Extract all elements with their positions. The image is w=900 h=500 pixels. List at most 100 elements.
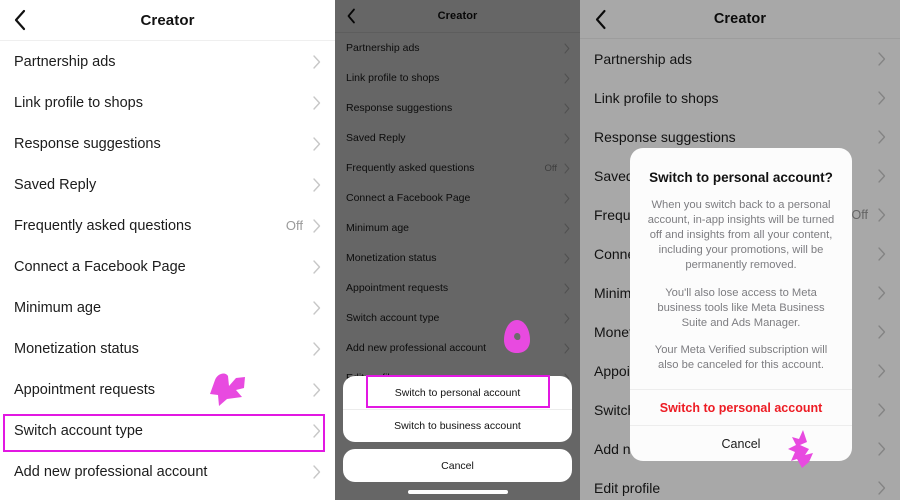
list-item-label: Minimum age xyxy=(346,222,410,234)
chevron-right-icon xyxy=(313,300,321,315)
chevron-right-icon xyxy=(564,72,570,84)
chevron-right-icon xyxy=(878,168,886,183)
chevron-right-icon xyxy=(878,480,886,495)
chevron-right-icon xyxy=(564,192,570,204)
list-item-value: Off xyxy=(285,218,303,233)
navbar: Creator xyxy=(0,0,335,41)
chevron-right-icon xyxy=(878,441,886,456)
list-item-label: Partnership ads xyxy=(594,50,693,67)
action-switch-to-personal-account[interactable]: Switch to personal account xyxy=(343,376,572,409)
navbar: Creator xyxy=(335,0,580,33)
list-item-label: Monetization status xyxy=(14,340,139,357)
chevron-right-icon xyxy=(313,382,321,397)
chevron-right-icon xyxy=(564,132,570,144)
settings-list: Partnership ads Link profile to shops Re… xyxy=(335,33,580,393)
list-item[interactable]: Saved Reply xyxy=(0,164,335,205)
chevron-right-icon xyxy=(878,207,886,222)
list-item-label: Frequently asked questions xyxy=(14,217,192,234)
chevron-right-icon xyxy=(313,54,321,69)
chevron-left-icon[interactable] xyxy=(10,9,30,31)
list-item[interactable]: Frequently asked questions Off xyxy=(0,205,335,246)
list-item[interactable]: Connect a Facebook Page xyxy=(0,246,335,287)
list-item-label: Minimum age xyxy=(14,299,102,316)
settings-list: Partnership ads Link profile to shops Re… xyxy=(0,41,335,492)
panel-action-sheet: Creator Partnership ads Link profile to … xyxy=(335,0,580,500)
chevron-right-icon xyxy=(878,324,886,339)
list-item-switch-account-type[interactable]: Switch account type xyxy=(335,303,580,333)
chevron-right-icon xyxy=(878,51,886,66)
chevron-right-icon xyxy=(564,252,570,264)
chevron-right-icon xyxy=(564,222,570,234)
action-sheet: Switch to personal account Switch to bus… xyxy=(343,376,572,482)
dialog-paragraph: Your Meta Verified subscription will als… xyxy=(654,343,828,371)
page-title: Creator xyxy=(140,11,195,29)
list-item-label: Partnership ads xyxy=(346,42,420,54)
list-item[interactable]: Edit profile xyxy=(580,468,900,500)
list-item[interactable]: Link profile to shops xyxy=(335,63,580,93)
dialog-cancel-button[interactable]: Cancel xyxy=(630,425,852,461)
list-item-label: Appointment requests xyxy=(346,282,449,294)
chevron-right-icon xyxy=(564,312,570,324)
chevron-right-icon xyxy=(878,246,886,261)
list-item[interactable]: Monetization status xyxy=(0,328,335,369)
list-item[interactable]: Minimum age xyxy=(0,287,335,328)
chevron-right-icon xyxy=(564,42,570,54)
list-item[interactable]: Add new professional account xyxy=(0,451,335,492)
list-item-label: Frequently asked questions xyxy=(346,162,475,174)
dialog-title: Switch to personal account? xyxy=(649,170,833,185)
chevron-right-icon xyxy=(564,342,570,354)
list-item-label: Monetization status xyxy=(346,252,437,264)
action-sheet-options: Switch to personal account Switch to bus… xyxy=(343,376,572,442)
chevron-right-icon xyxy=(564,162,570,174)
list-item[interactable]: Connect a Facebook Page xyxy=(335,183,580,213)
list-item[interactable]: Link profile to shops xyxy=(0,82,335,123)
list-item[interactable]: Partnership ads xyxy=(580,39,900,78)
page-title: Creator xyxy=(437,10,478,22)
chevron-left-icon[interactable] xyxy=(343,8,359,24)
list-item-label: Response suggestions xyxy=(594,128,736,145)
list-item[interactable]: Frequently asked questions Off xyxy=(335,153,580,183)
list-item-label: Edit profile xyxy=(594,479,661,496)
list-item-switch-account-type[interactable]: Switch account type xyxy=(0,410,335,451)
action-cancel-button[interactable]: Cancel xyxy=(343,449,572,482)
list-item[interactable]: Appointment requests xyxy=(335,273,580,303)
chevron-right-icon xyxy=(313,177,321,192)
list-item[interactable]: Partnership ads xyxy=(0,41,335,82)
chevron-right-icon xyxy=(313,464,321,479)
chevron-left-icon[interactable] xyxy=(590,9,610,29)
list-item[interactable]: Partnership ads xyxy=(335,33,580,63)
list-item-label: Link profile to shops xyxy=(594,89,719,106)
list-item-label: Switch account type xyxy=(346,312,440,324)
chevron-right-icon xyxy=(878,285,886,300)
dialog-paragraph: When you switch back to a personal accou… xyxy=(647,199,835,272)
list-item[interactable]: Response suggestions xyxy=(0,123,335,164)
dialog-confirm-button[interactable]: Switch to personal account xyxy=(630,389,852,425)
list-item[interactable]: Monetization status xyxy=(335,243,580,273)
dialog-body: Switch to personal account? When you swi… xyxy=(630,148,852,389)
list-item[interactable]: Minimum age xyxy=(335,213,580,243)
list-item-label: Link profile to shops xyxy=(346,72,440,84)
navbar: Creator xyxy=(580,0,900,39)
list-item-value: Off xyxy=(851,207,868,222)
chevron-right-icon xyxy=(878,129,886,144)
list-item[interactable]: Saved Reply xyxy=(335,123,580,153)
list-item[interactable]: Link profile to shops xyxy=(580,78,900,117)
chevron-right-icon xyxy=(313,423,321,438)
list-item-label: Switch account type xyxy=(14,422,143,439)
chevron-right-icon xyxy=(878,363,886,378)
page-title: Creator xyxy=(713,11,767,27)
three-panel-screenshot-set: Creator Partnership ads Link profile to … xyxy=(0,0,900,500)
list-item-label: Saved Reply xyxy=(346,132,406,144)
list-item-label: Connect a Facebook Page xyxy=(14,258,186,275)
list-item-label: Add new professional account xyxy=(346,342,487,354)
panel-confirm-dialog: Creator Partnership ads Link profile to … xyxy=(580,0,900,500)
list-item[interactable]: Response suggestions xyxy=(335,93,580,123)
list-item[interactable]: Appointment requests xyxy=(0,369,335,410)
list-item-label: Partnership ads xyxy=(14,53,116,70)
list-item[interactable]: Add new professional account xyxy=(335,333,580,363)
list-item-label: Appointment requests xyxy=(14,381,156,398)
list-item-label: Add new professional account xyxy=(14,463,208,480)
action-switch-to-business-account[interactable]: Switch to business account xyxy=(343,409,572,442)
chevron-right-icon xyxy=(313,95,321,110)
chevron-right-icon xyxy=(313,136,321,151)
